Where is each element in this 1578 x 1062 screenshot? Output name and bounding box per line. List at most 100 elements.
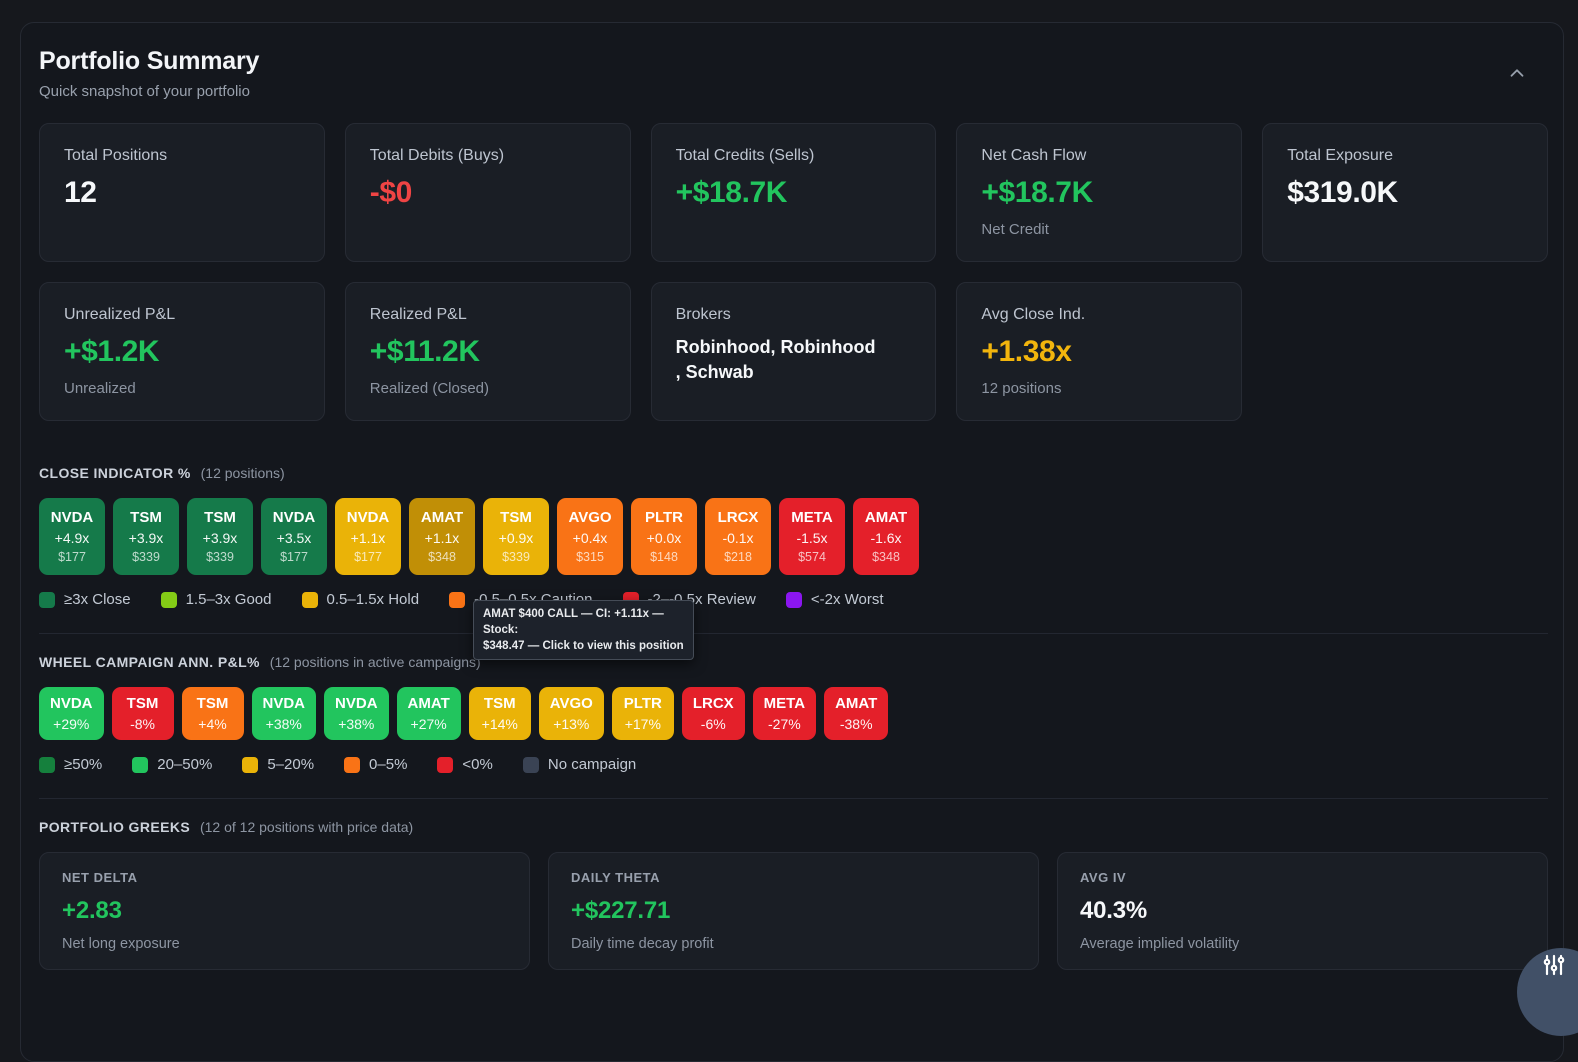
tile-ticker: AMAT [865, 510, 907, 525]
position-tile[interactable]: META-27% [753, 687, 816, 740]
tile-value: +14% [482, 717, 518, 731]
position-tile[interactable]: TSM +4% [182, 687, 244, 740]
greek-sub: Daily time decay profit [571, 936, 1016, 952]
legend-item: No campaign [523, 756, 636, 773]
position-tile[interactable]: AMAT+27% [397, 687, 461, 740]
position-tile[interactable]: LRCX-0.1x$218 [705, 498, 771, 575]
legend-swatch [132, 757, 148, 773]
tile-value: +3.9x [129, 531, 164, 545]
position-tile[interactable]: PLTR +0.0x $148 [631, 498, 697, 575]
position-tile[interactable]: NVDA+29% [39, 687, 104, 740]
position-tile[interactable]: NVDA+38% [324, 687, 389, 740]
position-tile[interactable]: NVDA+38% [252, 687, 317, 740]
close-indicator-section: CLOSE INDICATOR % (12 positions) NVDA+4.… [39, 465, 1548, 608]
tile-value: +17% [625, 717, 661, 731]
stat-sub: Unrealized [64, 380, 300, 397]
position-tile[interactable]: AVGO+13% [539, 687, 604, 740]
collapse-panel-button[interactable] [1504, 61, 1530, 87]
tile-value: -0.1x [722, 531, 753, 545]
legend-swatch [161, 592, 177, 608]
page-title: Portfolio Summary [39, 47, 1548, 76]
tile-value: +38% [266, 717, 302, 731]
section-count-note: (12 positions in active campaigns) [270, 654, 481, 670]
legend-swatch [39, 592, 55, 608]
position-tile[interactable]: PLTR +17% [612, 687, 674, 740]
stat-label: Total Positions [64, 147, 300, 165]
tile-ticker: PLTR [645, 510, 683, 525]
wheel-campaign-legend: ≥50%20–50%5–20%0–5%<0%No campaign [39, 756, 1548, 773]
tile-ticker: LRCX [693, 696, 734, 711]
stat-card: Avg Close Ind.+1.38x12 positions [956, 282, 1242, 421]
position-tile[interactable]: AVGO+0.4x$315 [557, 498, 623, 575]
position-tooltip: AMAT $400 CALL — CI: +1.11x — Stock: $34… [473, 600, 694, 660]
tile-value: +1.1x [425, 531, 460, 545]
section-count-note: (12 positions) [201, 465, 285, 481]
position-tile[interactable]: TSM-8% [112, 687, 174, 740]
position-tile[interactable]: AMAT+1.1x$348 [409, 498, 475, 575]
position-tile[interactable]: TSM+3.9x$339 [187, 498, 253, 575]
close-indicator-tiles: NVDA+4.9x$177TSM+3.9x$339TSM+3.9x$339NVD… [39, 498, 1548, 575]
tile-value: +4% [198, 717, 226, 731]
tile-ticker: NVDA [347, 510, 390, 525]
tile-ticker: TSM [130, 510, 162, 525]
stat-card: Total Debits (Buys)-$0 [345, 123, 631, 262]
position-tile[interactable]: TSM +14% [469, 687, 531, 740]
legend-swatch [449, 592, 465, 608]
legend-swatch [39, 757, 55, 773]
stat-value: 12 [64, 176, 300, 210]
stat-label: Total Exposure [1287, 147, 1523, 165]
tile-ticker: META [791, 510, 832, 525]
tile-price: $339 [132, 551, 160, 564]
position-tile[interactable]: AMAT-38% [824, 687, 888, 740]
legend-item: ≥50% [39, 756, 102, 773]
wheel-campaign-section: WHEEL CAMPAIGN ANN. P&L% (12 positions i… [39, 654, 1548, 773]
greek-card: DAILY THETA+$227.71Daily time decay prof… [548, 852, 1039, 970]
legend-label: 5–20% [267, 756, 314, 773]
stats-grid: Total Positions12Total Debits (Buys)-$0T… [39, 123, 1548, 421]
greek-label: NET DELTA [62, 870, 507, 885]
stat-card: Total Positions 12 [39, 123, 325, 262]
legend-swatch [344, 757, 360, 773]
position-tile[interactable]: TSM+0.9x$339 [483, 498, 549, 575]
section-count-note: (12 of 12 positions with price data) [200, 819, 413, 835]
tile-ticker: NVDA [50, 696, 93, 711]
legend-swatch [786, 592, 802, 608]
tile-price: $177 [354, 551, 382, 564]
tile-price: $148 [650, 551, 678, 564]
legend-item: 0–5% [344, 756, 407, 773]
position-tile[interactable]: TSM +3.9x $339 [113, 498, 179, 575]
legend-swatch [302, 592, 318, 608]
wheel-campaign-heading: WHEEL CAMPAIGN ANN. P&L% (12 positions i… [39, 654, 1548, 670]
section-title: CLOSE INDICATOR % [39, 465, 191, 481]
tile-ticker: AMAT [408, 696, 450, 711]
tile-value: +4.9x [55, 531, 90, 545]
stat-value: -$0 [370, 176, 606, 210]
portfolio-summary-panel: Portfolio Summary Quick snapshot of your… [20, 22, 1564, 1062]
tile-value: +0.0x [647, 531, 682, 545]
stat-card: Net Cash Flow+$18.7KNet Credit [956, 123, 1242, 262]
tile-ticker: TSM [197, 696, 229, 711]
tile-price: $339 [502, 551, 530, 564]
section-title: WHEEL CAMPAIGN ANN. P&L% [39, 654, 260, 670]
greek-label: DAILY THETA [571, 870, 1016, 885]
legend-item: 1.5–3x Good [161, 591, 272, 608]
tile-ticker: TSM [484, 696, 516, 711]
tile-price: $348 [872, 551, 900, 564]
stat-label: Unrealized P&L [64, 306, 300, 324]
position-tile[interactable]: NVDA +1.1x $177 [335, 498, 401, 575]
chevron-up-icon [1506, 72, 1528, 87]
position-tile[interactable]: META-1.5x$574 [779, 498, 845, 575]
stat-sub: Net Credit [981, 221, 1217, 238]
position-tile[interactable]: NVDA+4.9x$177 [39, 498, 105, 575]
tile-price: $348 [428, 551, 456, 564]
tile-value: +1.1x [351, 531, 386, 545]
greek-value: +2.83 [62, 897, 507, 925]
legend-label: 0.5–1.5x Hold [327, 591, 420, 608]
tile-ticker: PLTR [624, 696, 662, 711]
position-tile[interactable]: AMAT-1.6x$348 [853, 498, 919, 575]
tile-value: +3.5x [277, 531, 312, 545]
legend-item: <0% [437, 756, 492, 773]
position-tile[interactable]: LRCX-6% [682, 687, 745, 740]
legend-item: ≥3x Close [39, 591, 131, 608]
position-tile[interactable]: NVDA+3.5x$177 [261, 498, 327, 575]
